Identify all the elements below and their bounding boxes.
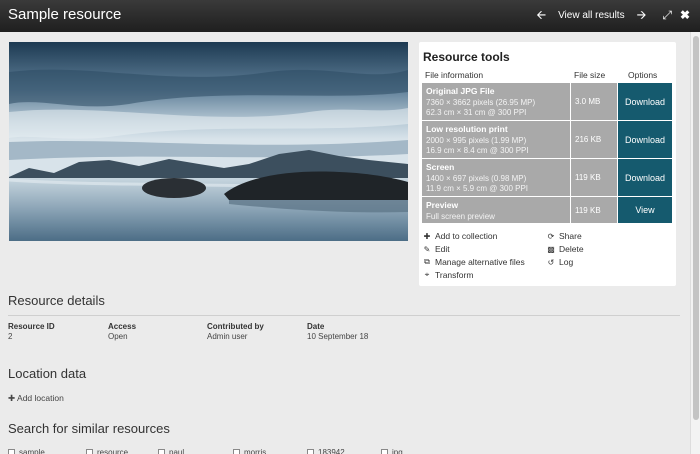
section-divider	[8, 315, 680, 316]
file-description: Full screen preview	[426, 211, 495, 221]
keyword-checkbox-paul[interactable]: paul	[158, 448, 184, 454]
view-button[interactable]: View	[617, 197, 672, 223]
add-location-link[interactable]: ✚ Add location	[8, 393, 64, 404]
add-to-collection-action[interactable]: ✚ Add to collection	[423, 231, 498, 241]
resource-tools-title: Resource tools	[423, 50, 510, 64]
checkbox[interactable]	[8, 449, 15, 454]
download-row-low-res-print: Low resolution print 2000 × 995 pixels (…	[422, 121, 672, 158]
column-header-options: Options	[628, 70, 658, 80]
checkbox[interactable]	[158, 449, 165, 454]
pencil-icon: ✎	[423, 244, 431, 254]
download-row-original: Original JPG File 7360 × 3662 pixels (26…	[422, 83, 672, 120]
resource-preview-image[interactable]	[9, 42, 408, 241]
checkbox[interactable]	[233, 449, 240, 454]
file-print-size: 11.9 cm × 5.9 cm @ 300 PPI	[426, 184, 529, 193]
file-size: 3.0 MB	[570, 83, 616, 120]
checkbox[interactable]	[307, 449, 314, 454]
column-header-file-information: File information	[425, 70, 484, 80]
file-info: Preview Full screen preview	[426, 200, 495, 222]
share-icon: ⟳	[547, 231, 555, 241]
resource-details-heading: Resource details	[8, 293, 105, 308]
download-button[interactable]: Download	[617, 83, 672, 120]
action-label: Manage alternative files	[435, 257, 525, 267]
add-location-label: Add location	[17, 393, 64, 403]
keyword-checkbox-sample[interactable]: sample	[8, 448, 45, 454]
delete-action[interactable]: ▩ Delete	[547, 244, 584, 254]
field-label-date: Date	[307, 322, 325, 331]
manage-alternative-files-action[interactable]: ⧉ Manage alternative files	[423, 257, 525, 267]
plus-icon: ✚	[423, 231, 431, 241]
keyword-label: sample	[19, 448, 45, 454]
result-navigation: 🡨 View all results 🡪 ⤢ ✖	[536, 9, 690, 21]
edit-action[interactable]: ✎ Edit	[423, 244, 450, 254]
field-label-resource-id: Resource ID	[8, 322, 55, 331]
file-info: Original JPG File 7360 × 3662 pixels (26…	[426, 86, 535, 119]
arrow-right-icon[interactable]: 🡪	[637, 9, 647, 21]
action-label: Add to collection	[435, 231, 498, 241]
column-header-file-size: File size	[574, 70, 606, 80]
checkbox[interactable]	[381, 449, 388, 454]
file-name: Preview	[426, 200, 459, 210]
expand-icon[interactable]: ⤢	[662, 9, 672, 21]
keyword-label: paul	[169, 448, 185, 454]
file-size: 119 KB	[570, 159, 616, 196]
download-row-screen: Screen 1400 × 697 pixels (0.98 MP) 11.9 …	[422, 159, 672, 196]
trash-icon: ▩	[547, 244, 555, 254]
download-button[interactable]: Download	[617, 159, 672, 196]
keyword-label: 183942	[318, 448, 345, 454]
keyword-checkbox-morris[interactable]: morris	[233, 448, 266, 454]
action-label: Log	[559, 257, 574, 267]
keyword-checkbox-resource[interactable]: resource	[86, 448, 128, 454]
field-value-access: Open	[108, 332, 128, 341]
location-data-heading: Location data	[8, 366, 87, 381]
file-name: Low resolution print	[426, 124, 508, 134]
field-value-resource-id: 2	[8, 332, 13, 341]
field-value-date: 10 September 18	[307, 332, 369, 341]
checkbox[interactable]	[86, 449, 93, 454]
file-info: Low resolution print 2000 × 995 pixels (…	[426, 124, 529, 157]
file-print-size: 62.3 cm × 31 cm @ 300 PPI	[426, 108, 527, 117]
keyword-label: morris	[244, 448, 267, 454]
download-button[interactable]: Download	[617, 121, 672, 158]
scrollbar[interactable]	[690, 32, 700, 454]
file-dimensions: 1400 × 697 pixels (0.98 MP)	[426, 173, 527, 183]
file-size: 216 KB	[570, 121, 616, 158]
resource-tools-panel: Resource tools File information File siz…	[419, 42, 676, 286]
history-icon: ↺	[547, 257, 555, 267]
file-dimensions: 2000 × 995 pixels (1.99 MP)	[426, 135, 527, 145]
action-label: Share	[559, 231, 582, 241]
share-action[interactable]: ⟳ Share	[547, 231, 582, 241]
file-name: Screen	[426, 162, 455, 172]
file-size: 119 KB	[570, 197, 616, 223]
file-dimensions: 7360 × 3662 pixels (26.95 MP)	[426, 97, 536, 107]
file-info: Screen 1400 × 697 pixels (0.98 MP) 11.9 …	[426, 162, 528, 195]
plus-icon: ✚	[8, 393, 16, 403]
crop-icon: ⌖	[424, 270, 430, 279]
action-label: Edit	[435, 244, 450, 254]
page-title: Sample resource	[8, 6, 122, 23]
scrollbar-thumb[interactable]	[693, 36, 699, 420]
field-label-contributed-by: Contributed by	[207, 322, 264, 331]
keyword-checkbox-183942[interactable]: 183942	[307, 448, 345, 454]
file-name: Original JPG File	[426, 86, 495, 96]
arrow-left-icon[interactable]: 🡨	[536, 9, 546, 21]
action-label: Transform	[435, 270, 474, 280]
files-icon: ⧉	[424, 257, 430, 266]
field-value-contributed-by: Admin user	[207, 332, 248, 341]
keyword-label: jpg	[392, 448, 403, 454]
field-label-access: Access	[108, 322, 137, 331]
log-action[interactable]: ↺ Log	[547, 257, 574, 267]
action-label: Delete	[559, 244, 584, 254]
keyword-checkbox-jpg[interactable]: jpg	[381, 448, 403, 454]
keyword-label: resource	[97, 448, 129, 454]
preview-row: Preview Full screen preview 119 KB View	[422, 197, 672, 223]
similar-resources-heading: Search for similar resources	[8, 421, 170, 436]
transform-action[interactable]: ⌖ Transform	[423, 270, 474, 280]
view-all-results-link[interactable]: View all results	[558, 10, 625, 21]
close-icon[interactable]: ✖	[680, 9, 690, 21]
file-print-size: 16.9 cm × 8.4 cm @ 300 PPI	[426, 146, 529, 155]
landscape-photo	[9, 42, 408, 241]
title-bar: Sample resource 🡨 View all results 🡪 ⤢ ✖	[0, 0, 700, 32]
